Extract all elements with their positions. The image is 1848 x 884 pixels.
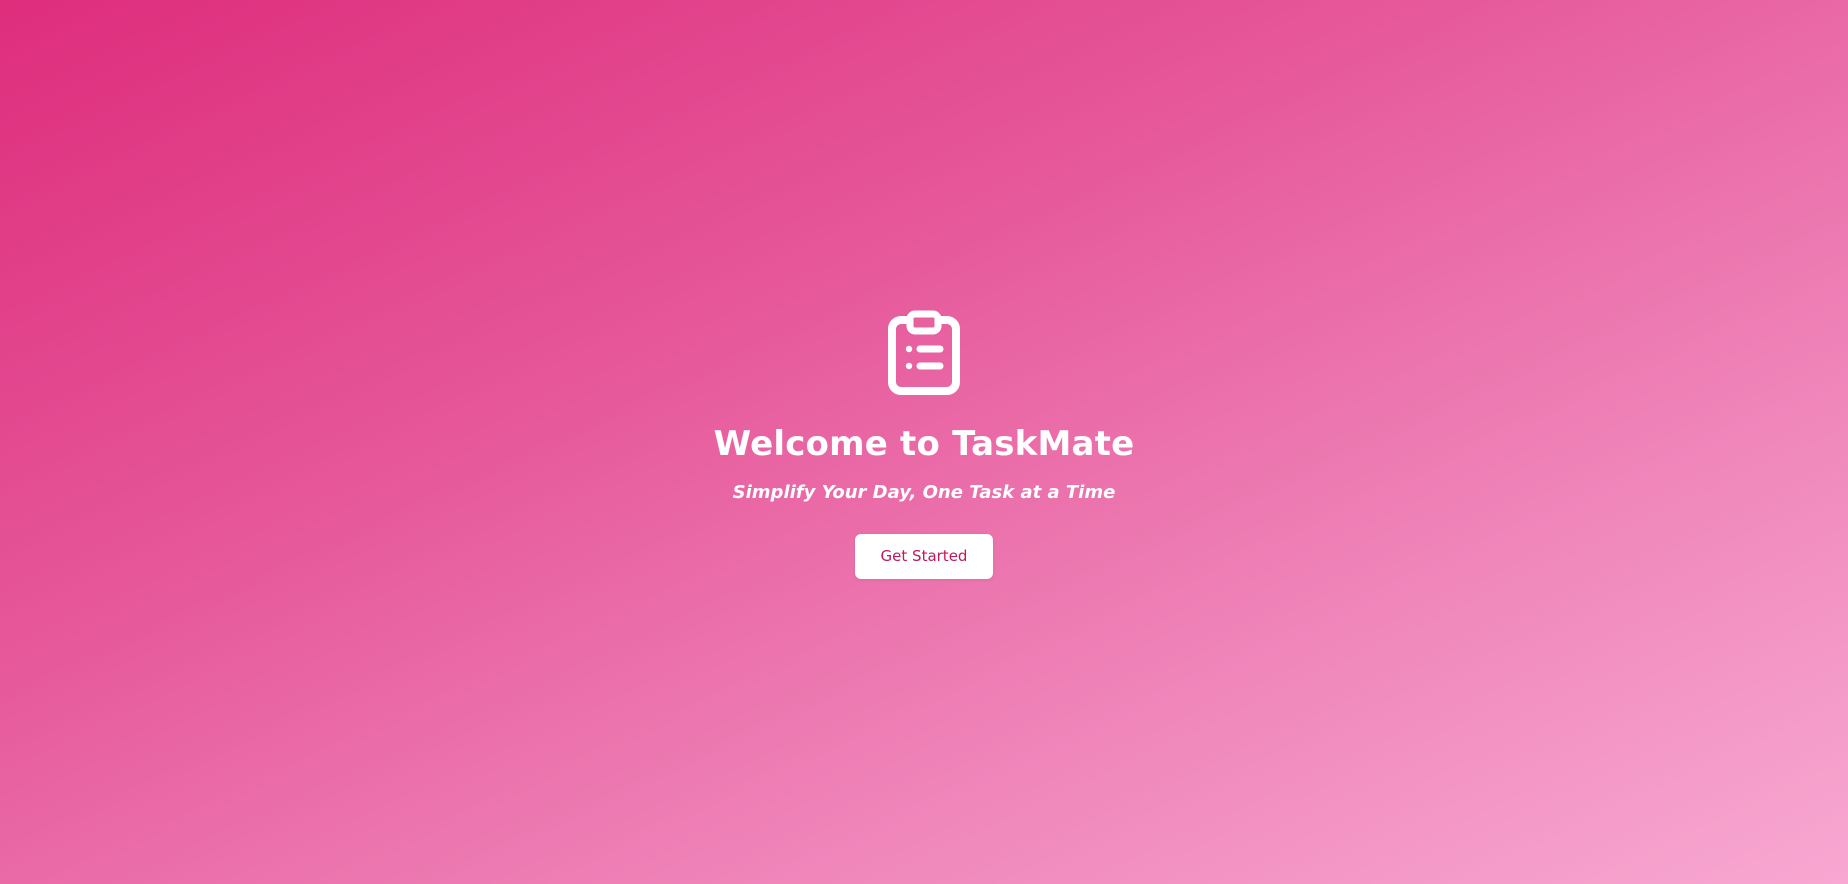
page-title: Welcome to TaskMate [713, 424, 1135, 464]
hero-section: Welcome to TaskMate Simplify Your Day, O… [0, 0, 1848, 884]
clipboard-list-icon [888, 310, 960, 395]
get-started-button[interactable]: Get Started [855, 534, 993, 579]
tagline: Simplify Your Day, One Task at a Time [732, 482, 1116, 503]
